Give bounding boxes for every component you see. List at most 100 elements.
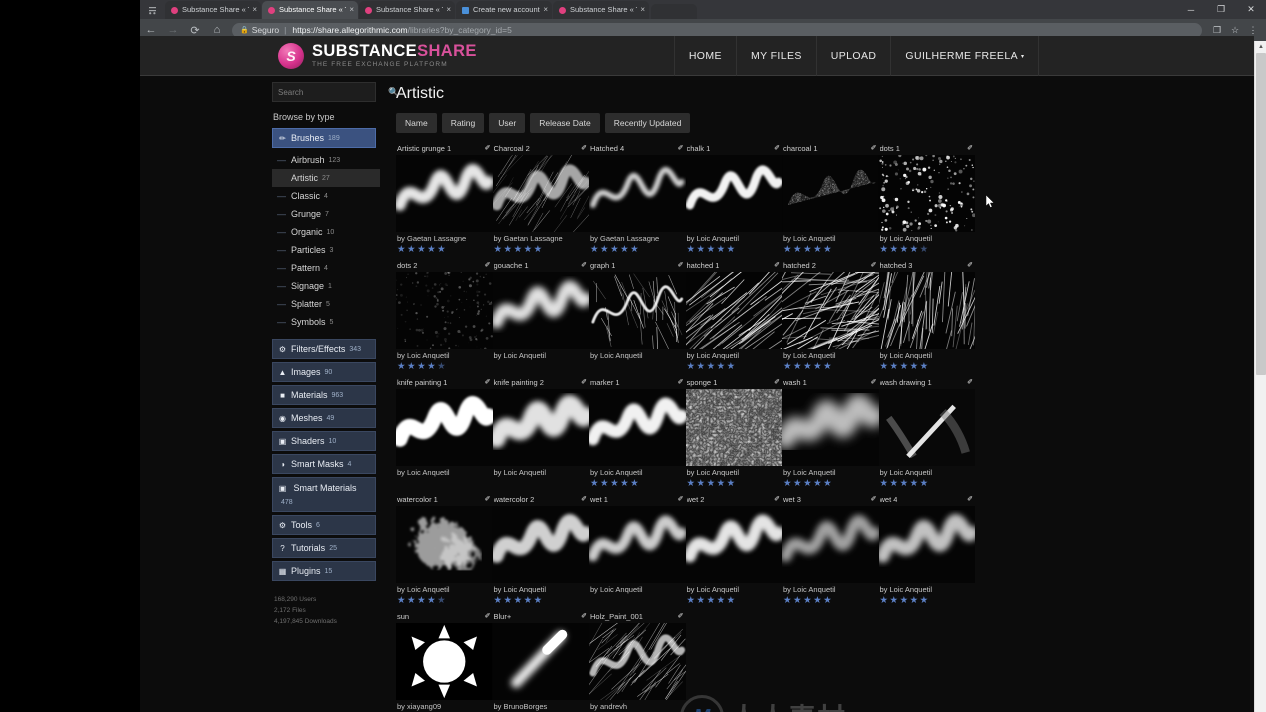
asset-thumbnail[interactable]: [396, 155, 493, 232]
asset-rating-stars[interactable]: ★★★★★: [879, 595, 976, 607]
asset-thumbnail[interactable]: [396, 272, 493, 349]
asset-rating-stars[interactable]: ★★★★★: [782, 244, 879, 256]
browser-tab[interactable]: Substance Share « The F ×: [165, 1, 261, 19]
asset-card[interactable]: wet 4 ✐ by Loic Anquetil ★★★★★: [878, 492, 976, 607]
sidebar-item-signage[interactable]: — Signage 1: [272, 277, 380, 295]
sidebar-item-pattern[interactable]: — Pattern 4: [272, 259, 380, 277]
sidebar-category-tutorials[interactable]: ? Tutorials 25: [272, 538, 376, 559]
edit-pencil-icon[interactable]: ✐: [485, 612, 491, 620]
asset-thumbnail[interactable]: [492, 272, 589, 349]
asset-rating-stars[interactable]: ★★★★★: [396, 361, 493, 373]
sidebar-item-images[interactable]: ▲ Images 90: [272, 362, 376, 382]
sort-button-rating[interactable]: Rating: [441, 113, 485, 133]
asset-rating-stars[interactable]: ★★★★★: [879, 478, 976, 490]
scroll-up-icon[interactable]: ▲: [1255, 41, 1266, 53]
asset-rating-stars[interactable]: ★★★★★: [589, 478, 686, 490]
asset-card[interactable]: wet 2 ✐ by Loic Anquetil ★★★★★: [685, 492, 783, 607]
edit-pencil-icon[interactable]: ✐: [581, 612, 587, 620]
asset-rating-stars[interactable]: ★★★★★: [686, 478, 783, 490]
edit-pencil-icon[interactable]: ✐: [581, 261, 587, 269]
asset-card[interactable]: Blur+✐by BrunoBorges★★★★★: [492, 609, 589, 712]
edit-pencil-icon[interactable]: ✐: [871, 495, 877, 503]
maximize-icon[interactable]: ❐: [1206, 0, 1236, 19]
asset-card[interactable]: chalk 1 ✐ by Loic Anquetil ★★★★★: [685, 141, 782, 256]
sidebar-item-organic[interactable]: — Organic 10: [272, 223, 380, 241]
new-tab-button[interactable]: [651, 4, 697, 19]
asset-card[interactable]: dots 1 ✐ by Loic Anquetil ★★★★★: [878, 141, 975, 256]
edit-pencil-icon[interactable]: ✐: [967, 144, 973, 152]
tab-search-icon[interactable]: [142, 2, 162, 18]
sidebar-item-tutorials[interactable]: ? Tutorials 25: [272, 538, 376, 559]
edit-pencil-icon[interactable]: ✐: [678, 378, 684, 386]
edit-pencil-icon[interactable]: ✐: [967, 261, 973, 269]
edit-pencil-icon[interactable]: ✐: [678, 495, 684, 503]
asset-card[interactable]: Charcoal 2 ✐ by Gaetan Lassagne ★★★★★: [492, 141, 590, 256]
asset-rating-stars[interactable]: ★★★★★: [589, 244, 686, 256]
window-close-icon[interactable]: ✕: [1236, 0, 1266, 19]
asset-thumbnail[interactable]: [589, 506, 686, 583]
asset-rating-stars[interactable]: ★★★★★: [396, 244, 493, 256]
asset-card[interactable]: watercolor 1 ✐ by Loic Anquetil ★★★★★: [396, 492, 493, 607]
browser-tab[interactable]: Substance Share « The F ×: [359, 1, 455, 19]
nav-item-account[interactable]: GUILHERME FREELA ▾: [890, 36, 1040, 76]
asset-thumbnail[interactable]: [878, 506, 975, 583]
asset-card[interactable]: knife painting 2 ✐ by Loic Anquetil: [492, 375, 589, 490]
sidebar-category-tools[interactable]: ⚙ Tools 6: [272, 515, 376, 536]
asset-card[interactable]: wet 1 ✐ by Loic Anquetil: [589, 492, 686, 607]
asset-thumbnail[interactable]: [396, 623, 493, 700]
asset-card[interactable]: sun ✐ by xiayang09: [396, 609, 493, 712]
sidebar-item-splatter[interactable]: — Splatter 5: [272, 295, 380, 313]
asset-card[interactable]: watercolor 2 ✐ by Loic Anquetil ★★★★★: [492, 492, 590, 607]
asset-rating-stars[interactable]: ★★★★★: [782, 361, 879, 373]
asset-rating-stars[interactable]: ★★★★★: [782, 478, 879, 490]
asset-thumbnail[interactable]: [685, 389, 782, 466]
sidebar-item-symbols[interactable]: — Symbols 5: [272, 313, 380, 331]
sidebar-item-smart-masks[interactable]: ◑ Smart Masks 4: [272, 454, 376, 474]
asset-thumbnail[interactable]: [685, 506, 782, 583]
asset-card[interactable]: wash drawing 1 ✐ by Loic Anquetil ★★★★★: [878, 375, 976, 490]
asset-thumbnail[interactable]: [396, 389, 493, 466]
edit-pencil-icon[interactable]: ✐: [774, 378, 780, 386]
asset-rating-stars[interactable]: ★★★★★: [493, 244, 590, 256]
edit-pencil-icon[interactable]: ✐: [774, 144, 780, 152]
edit-pencil-icon[interactable]: ✐: [485, 378, 491, 386]
asset-card[interactable]: hatched 1 ✐ by Loic Anquetil ★★★★★: [685, 258, 783, 373]
asset-rating-stars[interactable]: ★★★★★: [686, 361, 783, 373]
asset-card[interactable]: Hatched 4 ✐ by Gaetan Lassagne ★★★★★: [589, 141, 686, 256]
asset-rating-stars[interactable]: ★★★★★: [782, 595, 879, 607]
asset-card[interactable]: hatched 2 ✐ by Loic Anquetil ★★★★★: [782, 258, 879, 373]
asset-card[interactable]: charcoal 1 ✐ by Loic Anquetil ★★★★★: [782, 141, 879, 256]
sidebar-category-meshes[interactable]: ◉ Meshes 49: [272, 408, 376, 428]
sidebar-item-meshes[interactable]: ◉ Meshes 49: [272, 408, 376, 428]
edit-pencil-icon[interactable]: ✐: [678, 144, 684, 152]
nav-item-my-files[interactable]: MY FILES: [735, 36, 816, 76]
edit-pencil-icon[interactable]: ✐: [678, 261, 684, 269]
close-icon[interactable]: ×: [252, 1, 257, 19]
asset-thumbnail[interactable]: [492, 155, 589, 232]
asset-thumbnail[interactable]: [492, 506, 589, 583]
asset-thumbnail[interactable]: [589, 623, 686, 700]
asset-rating-stars[interactable]: ★★★★★: [493, 595, 590, 607]
asset-card[interactable]: sponge 1 ✐ by Loic Anquetil ★★★★★: [685, 375, 783, 490]
asset-thumbnail[interactable]: [492, 389, 589, 466]
nav-item-home[interactable]: HOME: [673, 36, 736, 76]
edit-pencil-icon[interactable]: ✐: [678, 612, 684, 620]
search-input[interactable]: [278, 87, 388, 97]
asset-thumbnail[interactable]: [396, 506, 493, 583]
asset-card[interactable]: graph 1 ✐ by Loic Anquetil: [589, 258, 686, 373]
browser-tabs[interactable]: Substance Share « The F × Substance Shar…: [165, 0, 697, 19]
sidebar-item-classic[interactable]: — Classic 4: [272, 187, 380, 205]
asset-rating-stars[interactable]: ★★★★★: [686, 595, 783, 607]
asset-card[interactable]: Artistic grunge 1 ✐ by Gaetan Lassagne ★★★★…: [396, 141, 493, 256]
edit-pencil-icon[interactable]: ✐: [774, 495, 780, 503]
sidebar-category-images[interactable]: ▲ Images 90: [272, 362, 376, 382]
edit-pencil-icon[interactable]: ✐: [871, 144, 877, 152]
asset-card[interactable]: knife painting 1 ✐ by Loic Anquetil: [396, 375, 493, 490]
asset-card[interactable]: hatched 3 ✐ by Loic Anquetil ★★★★★: [878, 258, 975, 373]
edit-pencil-icon[interactable]: ✐: [581, 144, 587, 152]
asset-thumbnail[interactable]: [782, 155, 879, 232]
sidebar-category-smart-materials[interactable]: ▣ Smart Materials 478: [272, 477, 376, 513]
close-icon[interactable]: ×: [349, 1, 354, 19]
asset-card[interactable]: dots 2 ✐ by Loic Anquetil ★★★★★: [396, 258, 493, 373]
sort-button-user[interactable]: User: [489, 113, 526, 133]
